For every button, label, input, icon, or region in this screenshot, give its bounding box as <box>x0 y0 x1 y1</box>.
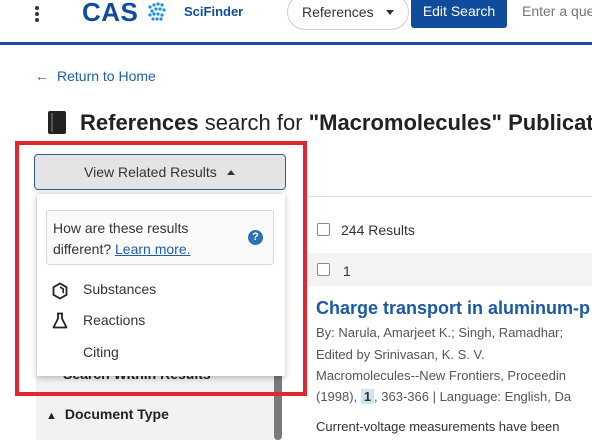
result-checkbox[interactable] <box>317 263 330 276</box>
book-icon <box>48 111 66 134</box>
cas-logo[interactable]: CAS <box>82 0 138 28</box>
return-home-link[interactable]: ← Return to Home <box>35 68 156 84</box>
reference-source: Macromolecules--New Frontiers, Proceedin <box>316 368 566 383</box>
header-divider <box>0 42 592 45</box>
chevron-up-icon: ▲ <box>46 410 57 422</box>
reference-authors: By: Narula, Amarjeet K.; Singh, Ramadhar… <box>316 325 564 340</box>
more-menu-icon[interactable] <box>30 5 44 23</box>
reference-citation: (1998), 1, 363-366 | Language: English, … <box>316 389 571 404</box>
chevron-down-icon <box>386 10 394 15</box>
page-title-type: References <box>80 110 199 135</box>
product-name: SciFinder <box>184 4 244 19</box>
results-divider <box>306 196 592 197</box>
arrow-left-icon: ← <box>35 68 49 84</box>
page-title: References search for "Macromolecules" P… <box>80 110 592 136</box>
reference-year: (1998), <box>316 389 361 404</box>
select-all-checkbox[interactable] <box>317 223 330 236</box>
document-type-filter[interactable]: ▲ Document Type <box>46 406 169 422</box>
reference-title-link[interactable]: Charge transport in aluminum-p <box>316 298 590 319</box>
results-count: 244 Results <box>341 222 415 238</box>
document-type-label: Document Type <box>64 406 169 422</box>
page-title-query: "Macromolecules" Publicat <box>308 110 592 135</box>
reference-volume: 1 <box>360 389 375 404</box>
highlight-annotation <box>15 141 307 396</box>
page-title-middle: search for <box>198 110 309 135</box>
search-input[interactable] <box>516 0 592 28</box>
cas-logo-mark-icon <box>148 2 166 21</box>
edit-search-button[interactable]: Edit Search <box>411 0 507 28</box>
reference-editors: Edited by Srinivasan, K. S. V. <box>316 347 485 362</box>
reference-abstract: Current-voltage measurements have been <box>316 419 560 434</box>
search-type-label: References <box>302 4 374 20</box>
return-home-label: Return to Home <box>57 68 156 84</box>
result-number: 1 <box>343 263 351 279</box>
reference-pages: , 363-366 | Language: English, Da <box>374 389 572 404</box>
